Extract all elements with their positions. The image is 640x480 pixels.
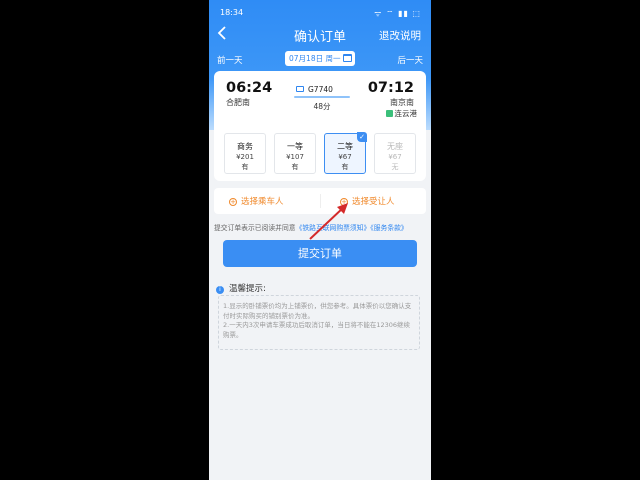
status-time: 18:34 bbox=[220, 8, 244, 17]
plus-circle-icon: + bbox=[229, 198, 237, 206]
via-station-label: 连云港 bbox=[394, 109, 418, 118]
tips-heading-label: 温馨提示: bbox=[229, 284, 266, 294]
refund-policy-link[interactable]: 退改说明 bbox=[379, 28, 421, 43]
seat-option-no-seat[interactable]: 无座 ¥67 无 bbox=[374, 133, 416, 174]
tips-heading: i 温馨提示: bbox=[216, 282, 266, 294]
train-number-label: G7740 bbox=[308, 85, 333, 94]
tip-line-1: 1.显示的卧铺票价均为上铺票价，供您参考。具体票价以您确认支付时实际购买的铺别票… bbox=[223, 302, 412, 320]
back-button[interactable] bbox=[217, 26, 233, 42]
plus-circle-icon: + bbox=[340, 198, 348, 206]
tips-box: 1.显示的卧铺票价均为上铺票价，供您参考。具体票价以您确认支付时实际购买的铺别票… bbox=[218, 295, 420, 350]
phone-screen: 18:34 ᯤ ⌔ ▮▮ ⬚ 确认订单 退改说明 前一天 07月18日 周一 后… bbox=[209, 0, 431, 480]
agreement-prefix: 提交订单表示已阅读并同意 bbox=[214, 224, 296, 232]
terms-link[interactable]: 《服务条款》 bbox=[370, 224, 407, 232]
checkmark-icon: ✓ bbox=[357, 132, 367, 142]
ticket-notice-link[interactable]: 《铁路互联网购票须知》 bbox=[296, 224, 371, 232]
prev-day-button[interactable]: 前一天 bbox=[217, 54, 243, 66]
seat-price: ¥67 bbox=[338, 153, 352, 161]
tip-line-2: 2.一天内3次申请车票成功后取消订单，当日将不能在12306继续购票。 bbox=[223, 321, 411, 339]
calendar-icon bbox=[343, 54, 352, 62]
status-bar: 18:34 ᯤ ⌔ ▮▮ ⬚ bbox=[209, 0, 431, 20]
trip-card: 06:24 合肥南 G7740 48分 07:12 南京南 连云港 商务 ¥20… bbox=[214, 71, 426, 181]
depart-time: 06:24 bbox=[226, 80, 273, 96]
seat-availability: 无 bbox=[391, 163, 399, 171]
date-label: 07月18日 周一 bbox=[289, 54, 341, 63]
select-recipient-button[interactable]: + 选择受让人 bbox=[340, 195, 431, 207]
day-navigation: 前一天 07月18日 周一 后一天 bbox=[209, 50, 431, 68]
agreement-notice: 提交订单表示已阅读并同意《铁路互联网购票须知》《服务条款》 bbox=[214, 222, 426, 232]
passenger-actions: + 选择乘车人 + 选择受让人 bbox=[214, 188, 426, 214]
seat-price: ¥107 bbox=[286, 153, 304, 161]
seat-option-second-class[interactable]: 二等 ¥67 有 ✓ bbox=[324, 132, 367, 174]
seat-name: 无座 bbox=[387, 142, 403, 151]
info-icon: i bbox=[216, 286, 224, 294]
seat-option-business[interactable]: 商务 ¥201 有 bbox=[224, 133, 266, 174]
seat-price: ¥67 bbox=[388, 153, 402, 161]
seat-availability: 有 bbox=[241, 163, 249, 171]
select-passenger-button[interactable]: + 选择乘车人 bbox=[229, 195, 329, 207]
seat-availability: 有 bbox=[341, 163, 349, 171]
status-icons: ᯤ ⌔ ▮▮ ⬚ bbox=[374, 9, 421, 18]
trip-duration: 48分 bbox=[313, 102, 331, 111]
seat-price: ¥201 bbox=[236, 153, 254, 161]
depart-station: 合肥南 bbox=[226, 98, 250, 107]
select-passenger-label: 选择乘车人 bbox=[241, 197, 284, 207]
seat-availability: 有 bbox=[291, 163, 299, 171]
divider bbox=[320, 194, 321, 208]
tips-section: i 温馨提示: 1.显示的卧铺票价均为上铺票价，供您参考。具体票价以您确认支付时实… bbox=[216, 280, 424, 352]
seat-class-list: 商务 ¥201 有 一等 ¥107 有 二等 ¥67 有 ✓ 无座 ¥67 无 bbox=[222, 132, 418, 175]
arrive-time: 07:12 bbox=[367, 80, 414, 96]
seat-name: 二等 bbox=[337, 142, 353, 151]
train-number[interactable]: G7740 bbox=[296, 85, 346, 94]
select-recipient-label: 选择受让人 bbox=[352, 197, 395, 207]
via-station-icon bbox=[385, 110, 393, 117]
screenshot-stage: 18:34 ᯤ ⌔ ▮▮ ⬚ 确认订单 退改说明 前一天 07月18日 周一 后… bbox=[0, 0, 640, 480]
train-icon bbox=[296, 86, 304, 92]
arrive-station: 南京南 bbox=[390, 98, 414, 107]
via-station: 连云港 bbox=[385, 108, 418, 119]
title-bar: 确认订单 退改说明 bbox=[209, 24, 431, 46]
seat-name: 商务 bbox=[237, 142, 253, 151]
chevron-left-icon bbox=[217, 26, 226, 40]
date-selector[interactable]: 07月18日 周一 bbox=[285, 51, 355, 66]
seat-name: 一等 bbox=[287, 142, 303, 151]
route-line bbox=[294, 96, 350, 98]
seat-option-first-class[interactable]: 一等 ¥107 有 bbox=[274, 133, 316, 174]
submit-order-button[interactable]: 提交订单 bbox=[223, 240, 417, 267]
next-day-button[interactable]: 后一天 bbox=[397, 54, 423, 66]
